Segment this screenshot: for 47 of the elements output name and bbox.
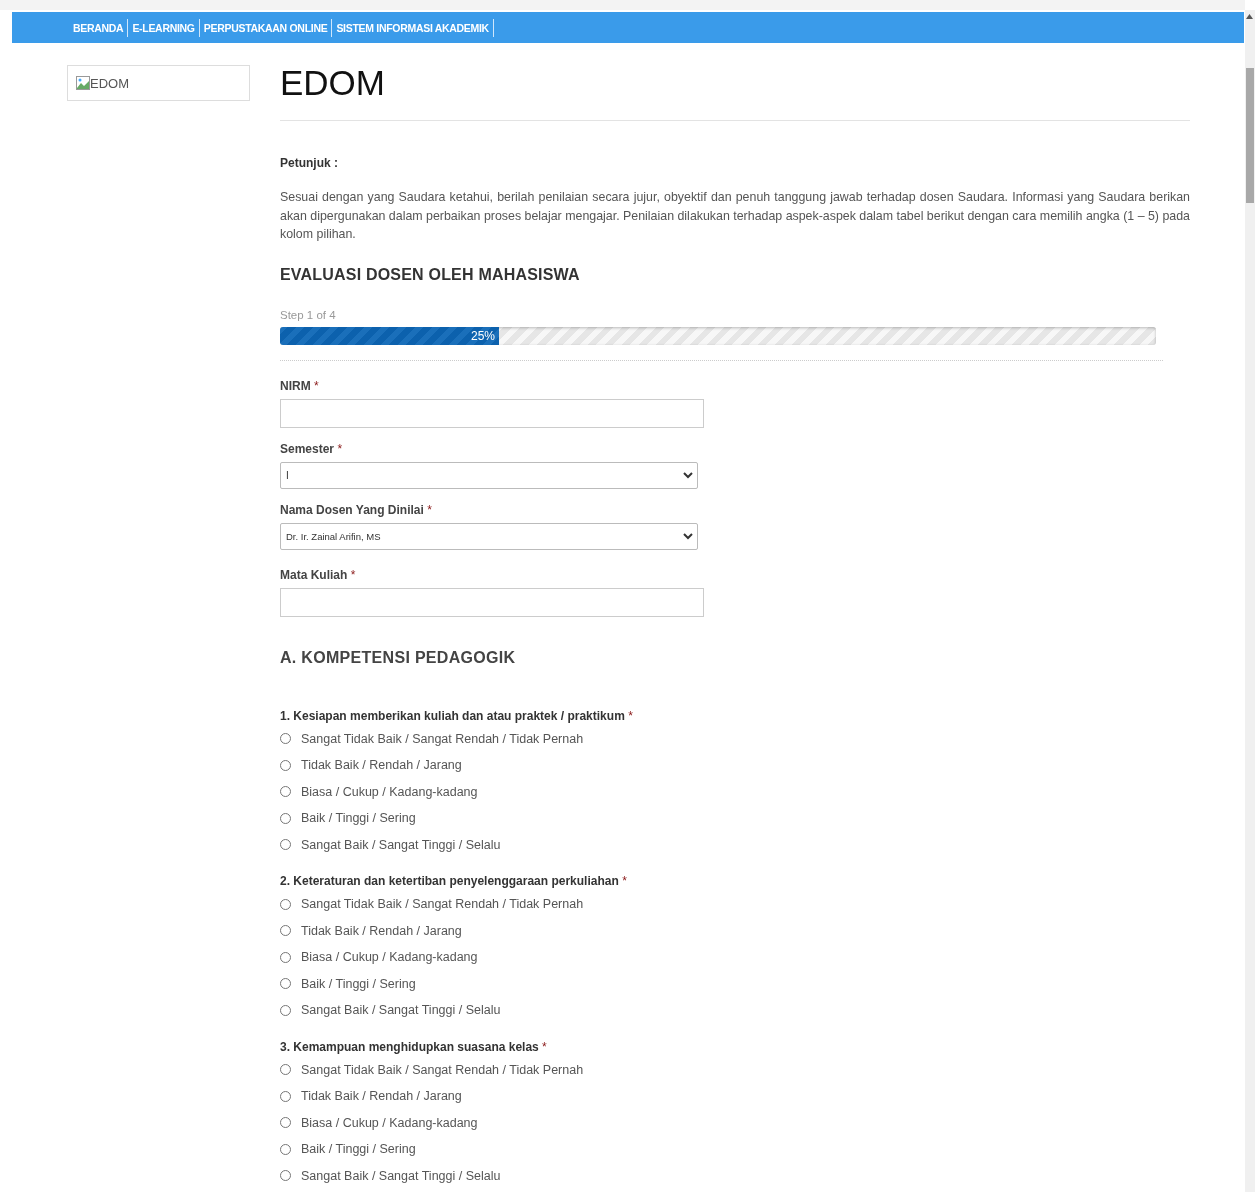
question-label: 1. Kesiapan memberikan kuliah dan atau praktek / praktikum — [280, 708, 625, 723]
broken-image-icon — [76, 76, 90, 90]
required-mark: * — [337, 441, 343, 456]
option-label[interactable]: Tidak Baik / Rendah / Jarang — [301, 1089, 462, 1104]
field-label: Nama Dosen Yang Dinilai — [280, 502, 424, 517]
page-title: EDOM — [280, 63, 386, 103]
required-mark: * — [427, 502, 432, 517]
required-mark: * — [622, 874, 627, 888]
scrollbar[interactable] — [1245, 10, 1255, 1192]
option-label[interactable]: Biasa / Cukup / Kadang-kadang — [301, 950, 478, 965]
input-field[interactable] — [280, 587, 704, 617]
select-field[interactable]: Dr. Ir. Zainal Arifin, MS — [280, 522, 698, 550]
option-label[interactable]: Biasa / Cukup / Kadang-kadang — [301, 1115, 478, 1130]
option-label[interactable]: Biasa / Cukup / Kadang-kadang — [301, 784, 478, 799]
option-label[interactable]: Baik / Tinggi / Sering — [301, 811, 416, 826]
option-label[interactable]: Sangat Baik / Sangat Tinggi / Selalu — [301, 837, 501, 852]
required-mark: * — [350, 567, 356, 582]
section-title: A. KOMPETENSI PEDAGOGIK — [280, 648, 517, 667]
option-label[interactable]: Tidak Baik / Rendah / Jarang — [301, 923, 462, 938]
option-label[interactable]: Tidak Baik / Rendah / Jarang — [301, 758, 462, 773]
option-label[interactable]: Sangat Tidak Baik / Sangat Rendah / Tidak Pernah — [301, 731, 584, 746]
form-title: EVALUASI DOSEN OLEH MAHASISWA — [280, 265, 581, 284]
progress-reading: 25% — [470, 328, 495, 343]
scroll-up-icon[interactable] — [1246, 14, 1253, 19]
instructions-text: Sesuai dengan yang Saudara ketahui, berilah penilaian secara jujur, obyektif dan penuh tanggung jawab terhadap dosen Saudara. Informasi yang Saudara berikan akan dipergunakan dalam perbaikan proses belajar mengajar. Penilaian dilakukan terhadap aspek-aspek dalam tabel berikut dengan cara memilih angka (1 – 5) pada kolom pilihan. — [280, 189, 1190, 243]
instructions-heading: Petunjuk : — [280, 156, 339, 170]
field-label: Semester — [280, 441, 335, 456]
chevron-icon — [683, 471, 693, 479]
question-label: 2. Keteraturan dan ketertiban penyelenggaraan perkuliahan — [280, 874, 619, 888]
select-field[interactable]: I — [280, 461, 698, 489]
option-label[interactable]: Sangat Baik / Sangat Tinggi / Selalu — [301, 1003, 501, 1018]
scroll-thumb[interactable] — [1246, 68, 1254, 203]
question-label: 3. Kemampuan menghidupkan suasana kelas — [280, 1039, 539, 1054]
option-label[interactable]: Sangat Tidak Baik / Sangat Rendah / Tidak Pernah — [301, 1062, 584, 1077]
required-mark: * — [542, 1039, 547, 1054]
option-label[interactable]: Sangat Baik / Sangat Tinggi / Selalu — [301, 1168, 501, 1183]
logo-alt-text: EDOM — [90, 75, 129, 91]
field-label: NIRM — [280, 378, 311, 393]
input-field[interactable] — [280, 398, 704, 428]
required-mark: * — [628, 708, 633, 723]
option-label[interactable]: Baik / Tinggi / Sering — [301, 1142, 416, 1157]
required-mark: * — [314, 378, 319, 393]
field-label: Mata Kuliah — [280, 567, 348, 582]
chevron-icon — [683, 532, 693, 540]
option-label[interactable]: Sangat Tidak Baik / Sangat Rendah / Tidak Pernah — [301, 897, 584, 912]
option-label[interactable]: Baik / Tinggi / Sering — [301, 976, 416, 991]
step-label: Step 1 of 4 — [280, 308, 337, 321]
